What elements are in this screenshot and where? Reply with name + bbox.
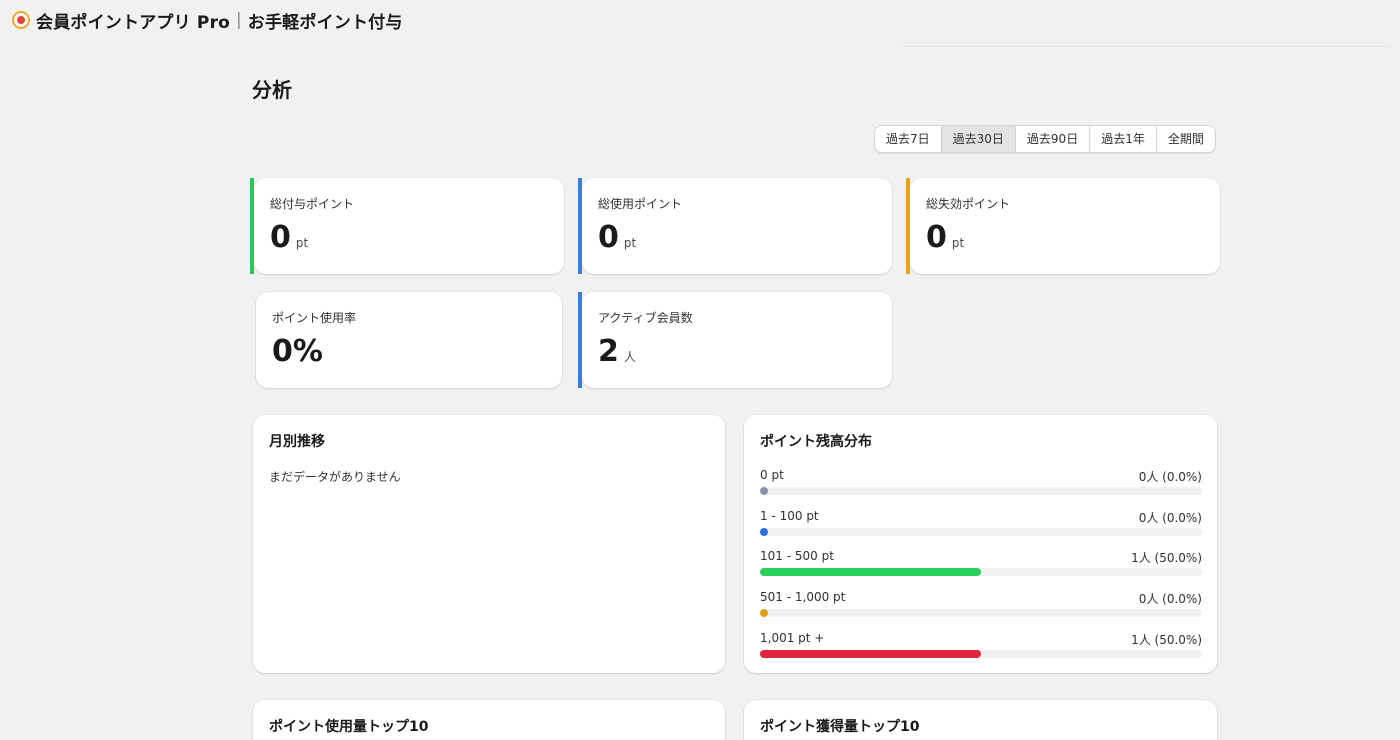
stat-card-total-used: 総使用ポイント 0 pt (578, 178, 892, 274)
stat-label: アクティブ会員数 (598, 311, 693, 325)
distribution-fill (760, 609, 768, 617)
app-name: 会員ポイントアプリ Pro (36, 12, 231, 33)
distribution-range-label: 0 pt (760, 468, 784, 482)
stat-accent-bar (578, 292, 582, 388)
stat-label: 総失効ポイント (926, 197, 1011, 211)
distribution-count: 1人 (50.0%) (1131, 551, 1202, 565)
distribution-row: 501 - 1,000 pt 0人 (0.0%) (760, 590, 1202, 620)
stat-label: ポイント使用率 (272, 311, 357, 325)
distribution-count: 1人 (50.0%) (1131, 633, 1202, 647)
stat-card-total-expired: 総失効ポイント 0 pt (906, 178, 1220, 274)
stat-value: 0 (926, 220, 947, 255)
stat-label: 総使用ポイント (598, 197, 683, 211)
distribution-track (760, 487, 1202, 495)
stat-value: 2 (598, 334, 619, 369)
empty-message: まだデータがありません (269, 470, 401, 484)
stat-card-usage-rate: ポイント使用率 0% (256, 292, 562, 388)
period-90d-button[interactable]: 過去90日 (1015, 126, 1091, 152)
distribution-fill (760, 487, 768, 495)
period-7d-button[interactable]: 過去7日 (875, 126, 942, 152)
title-separator: | (236, 10, 242, 30)
distribution-track (760, 650, 1202, 658)
distribution-range-label: 101 - 500 pt (760, 549, 834, 563)
period-all-button[interactable]: 全期間 (1156, 126, 1215, 152)
stat-accent-bar (578, 178, 582, 274)
stat-accent-bar (906, 178, 910, 274)
panel-title: 月別推移 (269, 434, 325, 450)
stat-card-active-members: アクティブ会員数 2 人 (578, 292, 892, 388)
distribution-row: 1 - 100 pt 0人 (0.0%) (760, 509, 1202, 539)
panel-title: ポイント使用量トップ10 (269, 719, 429, 735)
header-divider (900, 46, 1390, 47)
distribution-fill (760, 528, 768, 536)
distribution-fill (760, 568, 981, 576)
stat-label: 総付与ポイント (270, 197, 355, 211)
monthly-trend-panel: 月別推移 まだデータがありません (253, 415, 725, 673)
distribution-range-label: 1,001 pt + (760, 631, 825, 645)
distribution-count: 0人 (0.0%) (1138, 470, 1202, 484)
stat-unit: pt (295, 236, 309, 250)
stat-card-total-granted: 総付与ポイント 0 pt (250, 178, 564, 274)
distribution-range-label: 1 - 100 pt (760, 509, 819, 523)
distribution-row: 1,001 pt + 1人 (50.0%) (760, 631, 1202, 661)
stat-accent-bar (250, 178, 254, 274)
distribution-track (760, 609, 1202, 617)
stat-unit: pt (951, 236, 965, 250)
distribution-count: 0人 (0.0%) (1138, 511, 1202, 525)
top-usage-panel: ポイント使用量トップ10 (253, 700, 725, 740)
stat-value: 0 (270, 220, 291, 255)
page-title: 分析 (252, 78, 292, 102)
app-header: 会員ポイントアプリ Pro | お手軽ポイント付与 (0, 0, 1400, 40)
stat-value: 0 (598, 220, 619, 255)
distribution-count: 0人 (0.0%) (1138, 592, 1202, 606)
stat-unit: 人 (623, 350, 636, 364)
distribution-range-label: 501 - 1,000 pt (760, 590, 846, 604)
balance-distribution-panel: ポイント残高分布 0 pt 0人 (0.0%) 1 - 100 pt 0人 (0… (744, 415, 1217, 673)
stat-unit: pt (623, 236, 637, 250)
distribution-track (760, 528, 1202, 536)
top-earned-panel: ポイント獲得量トップ10 (744, 700, 1217, 740)
period-1y-button[interactable]: 過去1年 (1090, 126, 1157, 152)
distribution-row: 0 pt 0人 (0.0%) (760, 468, 1202, 498)
app-logo-icon (12, 11, 30, 29)
panel-title: ポイント残高分布 (760, 434, 872, 450)
stat-value: 0% (272, 334, 323, 369)
panel-title: ポイント獲得量トップ10 (760, 719, 920, 735)
period-30d-button[interactable]: 過去30日 (941, 126, 1016, 152)
page-name: お手軽ポイント付与 (247, 12, 403, 33)
distribution-track (760, 568, 1202, 576)
distribution-row: 101 - 500 pt 1人 (50.0%) (760, 549, 1202, 579)
period-selector: 過去7日 過去30日 過去90日 過去1年 全期間 (874, 125, 1216, 153)
distribution-fill (760, 650, 981, 658)
